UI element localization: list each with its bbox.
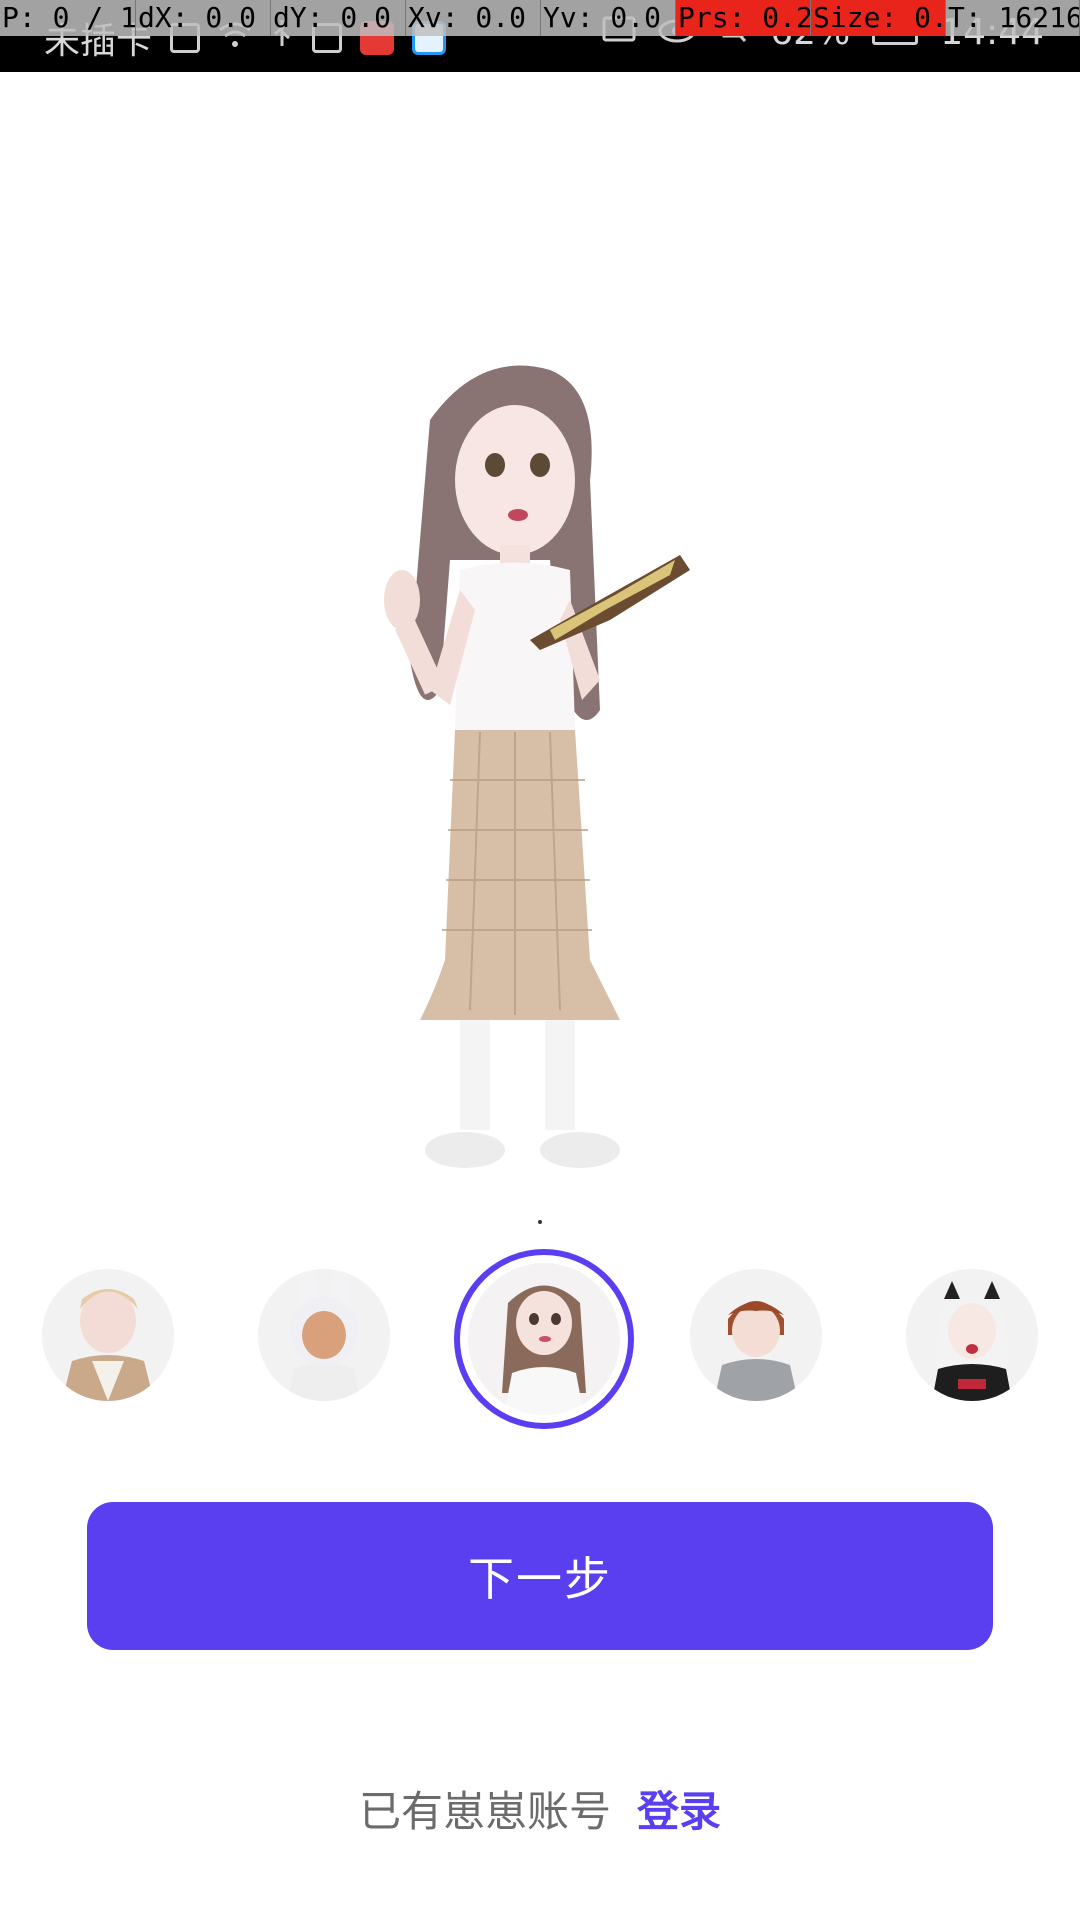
next-step-button[interactable]: 下一步 xyxy=(87,1502,993,1650)
debug-t: T: 162163 xyxy=(946,0,1080,36)
avatar-option-1[interactable] xyxy=(42,1269,174,1401)
page-indicator-dot xyxy=(538,1220,542,1224)
login-row: 已有崽崽账号 登录 xyxy=(0,1778,1080,1839)
onboarding-screen: 未插卡 62% 14:44 xyxy=(0,0,1080,1920)
debug-dy: dY: 0.0 xyxy=(271,0,406,36)
avatar-picker xyxy=(0,1245,1080,1429)
avatar-option-3[interactable] xyxy=(454,1249,634,1429)
avatar-option-4[interactable] xyxy=(690,1269,822,1401)
login-link[interactable]: 登录 xyxy=(637,1787,721,1836)
debug-dx: dX: 0.0 xyxy=(136,0,271,36)
pointer-debug-overlay: P: 0 / 1 dX: 0.0 dY: 0.0 Xv: 0.0 Yv: 0.0… xyxy=(0,0,1080,36)
debug-xv: Xv: 0.0 xyxy=(406,0,541,36)
avatar-preview xyxy=(350,360,750,1190)
avatar-option-2[interactable] xyxy=(258,1269,390,1401)
debug-yv: Yv: 0.0 xyxy=(541,0,676,36)
avatar-option-5[interactable] xyxy=(906,1269,1038,1401)
avatar-option-3-image xyxy=(468,1263,620,1415)
debug-size: Size: 0.40 xyxy=(811,0,946,36)
debug-prs: Prs: 0.20 xyxy=(676,0,811,36)
debug-pointer: P: 0 / 1 xyxy=(2,0,136,36)
existing-account-prompt: 已有崽崽账号 xyxy=(358,1787,611,1836)
